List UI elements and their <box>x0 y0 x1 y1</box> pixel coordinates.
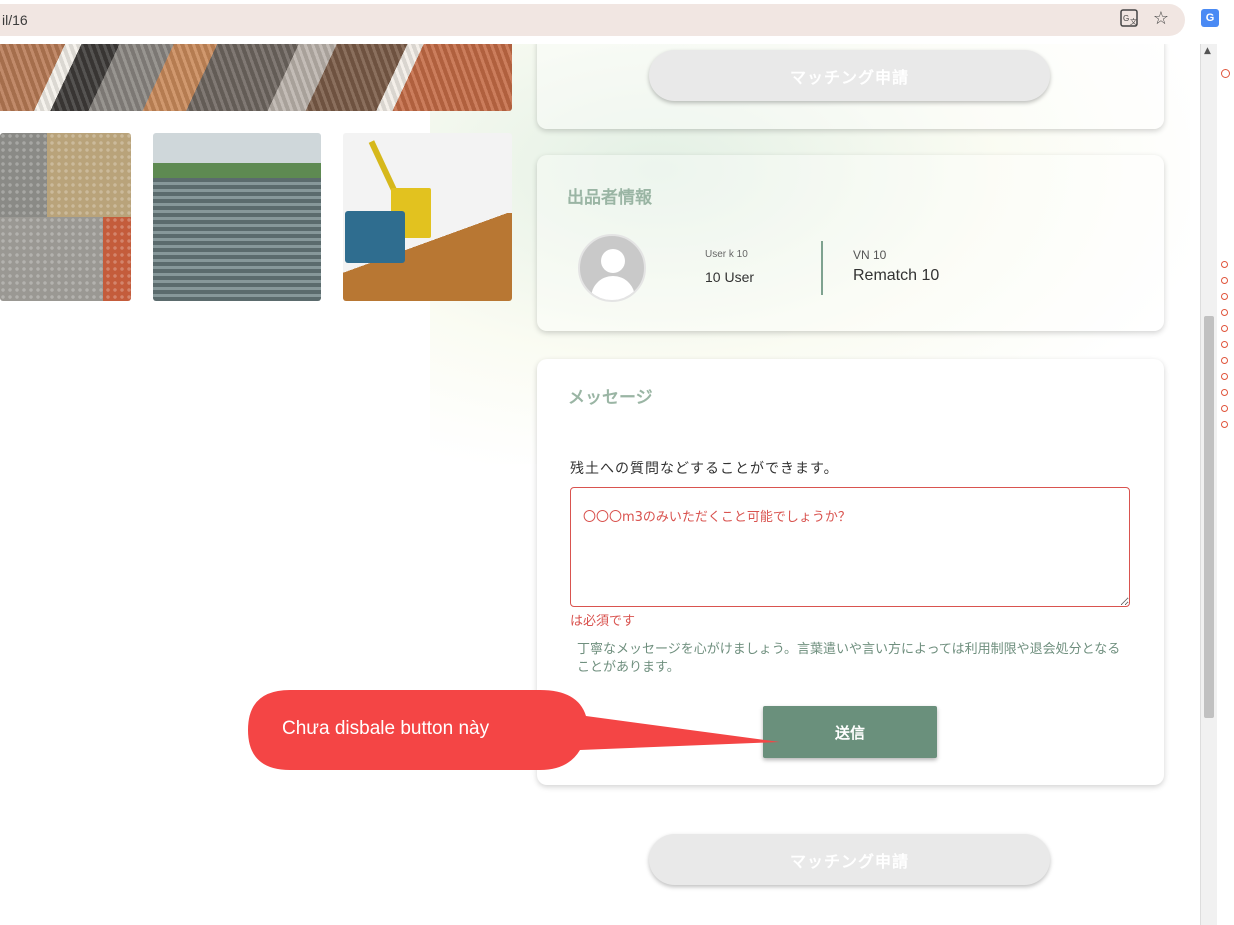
page-scrollbar[interactable]: ▲ <box>1201 44 1217 925</box>
scroll-up-arrow-icon[interactable]: ▲ <box>1204 46 1211 56</box>
required-error-text: は必須です <box>570 614 636 629</box>
extension-icon[interactable]: G <box>1201 9 1219 27</box>
seller-info-title: 出品者情報 <box>567 188 652 208</box>
svg-text:G: G <box>1123 14 1129 23</box>
message-textarea[interactable] <box>570 487 1130 607</box>
message-title: メッセージ <box>568 388 653 408</box>
request-icon <box>1221 261 1228 268</box>
address-bar[interactable]: il/16 <box>0 4 1185 36</box>
message-description: 残土への質問などすることができます。 <box>570 461 839 477</box>
request-icon <box>1221 373 1228 380</box>
seller-divider <box>821 241 823 295</box>
request-icon <box>1221 389 1228 396</box>
request-icon <box>1221 421 1228 428</box>
request-icon <box>1221 309 1228 316</box>
devtools-network-list <box>1218 44 1234 925</box>
request-icon <box>1221 341 1228 348</box>
svg-text:文: 文 <box>1130 17 1137 26</box>
request-icon <box>1221 325 1228 332</box>
main-product-photo[interactable] <box>0 44 512 111</box>
screenshot-root: il/16 G文 ☆ G マッチング申請 出品者情報 User k 10 10 … <box>0 0 1234 925</box>
request-icon <box>1221 405 1228 412</box>
message-hint-text: 丁寧なメッセージを心がけましょう。言葉遣いや言い方によっては利用制限や退会処分と… <box>577 642 1121 675</box>
avatar-body-icon <box>591 276 635 300</box>
seller-user-label: User k 10 <box>705 249 748 260</box>
request-icon <box>1221 293 1228 300</box>
seller-user-name: 10 User <box>705 269 755 285</box>
devtools-panel: ▲ <box>1200 44 1234 925</box>
avatar <box>578 234 646 302</box>
matching-request-button-bottom[interactable]: マッチング申請 <box>649 834 1050 885</box>
url-text: il/16 <box>2 12 28 28</box>
star-icon[interactable]: ☆ <box>1152 8 1170 29</box>
send-button[interactable]: 送信 <box>763 706 937 758</box>
browser-toolbar: il/16 G文 ☆ G <box>0 0 1234 44</box>
request-icon <box>1221 277 1228 284</box>
matching-request-button-top[interactable]: マッチング申請 <box>649 50 1050 101</box>
page-content: マッチング申請 出品者情報 User k 10 10 User VN 10 Re… <box>0 44 1200 925</box>
thumbnail-photo-materials[interactable] <box>0 133 131 301</box>
seller-rematch-value: Rematch 10 <box>853 267 940 284</box>
request-icon <box>1221 357 1228 364</box>
thumbnail-photo-excavator[interactable] <box>343 133 512 301</box>
annotation-text: Chưa disbale button này <box>282 718 490 739</box>
record-icon[interactable] <box>1221 69 1230 78</box>
avatar-head-icon <box>601 249 625 273</box>
thumbnail-photo-panels[interactable] <box>153 133 321 301</box>
truck-shape <box>345 211 405 263</box>
scrollbar-thumb[interactable] <box>1204 316 1214 718</box>
seller-vn-label: VN 10 <box>853 248 887 262</box>
translate-icon[interactable]: G文 <box>1120 9 1138 27</box>
